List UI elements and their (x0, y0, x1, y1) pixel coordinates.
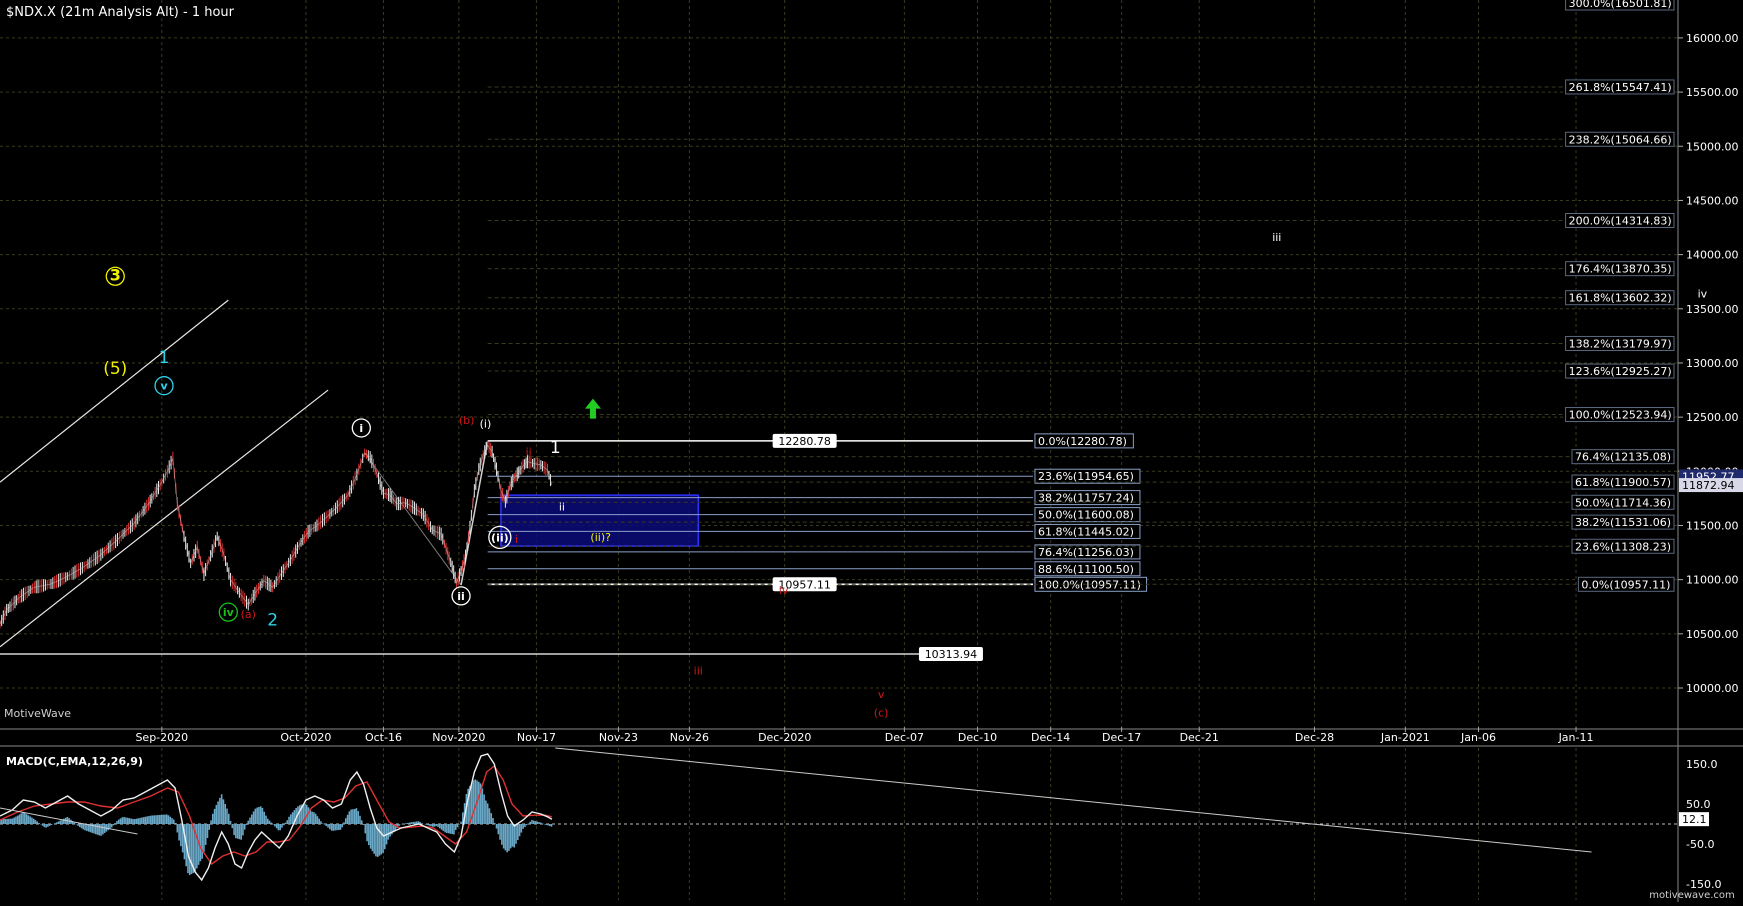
time-tick-label: Dec-17 (1102, 731, 1141, 744)
wave-label: i (359, 422, 363, 435)
price-tick-label: 14500.00 (1686, 194, 1739, 207)
fib-label-left: 50.0%(11600.08) (1038, 509, 1134, 522)
wave-label: (5) (103, 359, 127, 379)
fib-label-right: 38.2%(11531.06) (1575, 516, 1671, 529)
wave-label: v (160, 380, 168, 393)
price-tick-label: 14000.00 (1686, 249, 1739, 262)
fib-label-left: 76.4%(11256.03) (1038, 546, 1134, 559)
price-tick-label: 13500.00 (1686, 303, 1739, 316)
time-tick-label: Jan-06 (1460, 731, 1496, 744)
fib-label-right: 76.4%(12135.08) (1575, 451, 1671, 464)
price-tick-label: 15500.00 (1686, 86, 1739, 99)
time-tick-label: Oct-16 (365, 731, 402, 744)
wave-label: i (515, 533, 518, 546)
time-tick-label: Dec-14 (1031, 731, 1070, 744)
fib-label-right: 23.6%(11308.23) (1575, 540, 1671, 553)
fib-label-right: 200.0%(14314.83) (1569, 215, 1672, 228)
wave-label: iv (1698, 287, 1708, 300)
fib-label-right: 261.8%(15547.41) (1569, 81, 1672, 94)
time-tick-label: Dec-2020 (758, 731, 811, 744)
fib-label-right: 100.0%(12523.94) (1569, 409, 1672, 422)
price-tick-label: 10500.00 (1686, 628, 1739, 641)
chart-title: $NDX.X (21m Analysis Alt) - 1 hour (6, 5, 235, 20)
macd-last-label: 12.1 (1682, 813, 1707, 826)
fib-label-left: 0.0%(12280.78) (1038, 435, 1127, 448)
price-flag-label: 10313.94 (925, 648, 978, 661)
time-tick-label: Jan-11 (1558, 731, 1594, 744)
fib-label-right: 238.2%(15064.66) (1569, 133, 1672, 146)
wave-label: 3 (110, 265, 121, 284)
time-tick-label: Oct-2020 (280, 731, 331, 744)
chart-svg: 0.0%(12280.78)23.6%(11954.65)38.2%(11757… (0, 0, 1743, 902)
time-tick-label: Jan-2021 (1380, 731, 1430, 744)
fib-label-left: 88.6%(11100.50) (1038, 563, 1134, 576)
time-tick-label: Nov-23 (599, 731, 638, 744)
fib-label-right: 0.0%(10957.11) (1581, 578, 1670, 591)
chart-root: 0.0%(12280.78) 23.6%(11954.65) 38.2%(11757… (0, 0, 1743, 902)
time-tick-label: Dec-07 (885, 731, 924, 744)
fib-label-left: 61.8%(11445.02) (1038, 525, 1134, 538)
price-flag-label: 12280.78 (778, 435, 831, 448)
chart-background (0, 0, 1743, 902)
fib-label-right: 300.0%(16501.81) (1569, 0, 1672, 10)
wave-label: (b) (459, 414, 475, 427)
fib-label-right: 123.6%(12925.27) (1569, 365, 1672, 378)
watermark: MotiveWave (4, 707, 71, 720)
wave-label: (c) (874, 707, 889, 720)
fib-label-right: 161.8%(13602.32) (1569, 292, 1672, 305)
wave-label: 1 (550, 438, 561, 458)
macd-title: MACD(C,EMA,12,26,9) (6, 755, 143, 768)
price-tick-label: 15000.00 (1686, 140, 1739, 153)
wave-label: (a) (241, 608, 256, 621)
price-tick-label: 11500.00 (1686, 519, 1739, 532)
footer-credit: motivewave.com (1649, 890, 1735, 901)
price-tick-label: 12500.00 (1686, 411, 1739, 424)
wave-label: v (878, 688, 885, 701)
fib-label-left: 23.6%(11954.65) (1038, 470, 1134, 483)
macd-tick-label: 50.0 (1686, 798, 1711, 811)
wave-label: 1 (159, 348, 170, 368)
time-tick-label: Dec-21 (1180, 731, 1219, 744)
price-tick-label: 10000.00 (1686, 682, 1739, 695)
price-tick-label: 16000.00 (1686, 32, 1739, 45)
wave-label: iv (223, 606, 235, 619)
wave-label: (ii) (491, 531, 509, 544)
time-tick-label: Dec-10 (958, 731, 997, 744)
fib-label-right: 61.8%(11900.57) (1575, 476, 1671, 489)
macd-tick-label: 150.0 (1686, 758, 1718, 771)
macd-tick-label: -50.0 (1686, 838, 1714, 851)
wave-label: (ii)? (590, 531, 611, 544)
wave-label: 2 (267, 610, 278, 630)
wave-label: iii (1272, 231, 1281, 244)
wave-label: ii (559, 501, 565, 514)
wave-label: iv (779, 584, 789, 597)
time-tick-label: Sep-2020 (135, 731, 188, 744)
time-tick-label: Nov-26 (670, 731, 709, 744)
wave-label: ii (526, 445, 532, 458)
time-tick-label: Nov-17 (517, 731, 556, 744)
price-tick-label: 11000.00 (1686, 574, 1739, 587)
price-tick-label: 13000.00 (1686, 357, 1739, 370)
wave-label: ii (457, 590, 465, 603)
last-price-label: 11872.94 (1682, 479, 1735, 492)
time-tick-label: Nov-2020 (432, 731, 485, 744)
fib-label-right: 176.4%(13870.35) (1569, 263, 1672, 276)
wave-label: (i) (480, 417, 492, 430)
wave-label: iii (694, 664, 703, 677)
fib-label-right: 50.0%(11714.36) (1575, 496, 1671, 509)
time-tick-label: Dec-28 (1295, 731, 1334, 744)
fib-label-right: 138.2%(13179.97) (1569, 337, 1672, 350)
